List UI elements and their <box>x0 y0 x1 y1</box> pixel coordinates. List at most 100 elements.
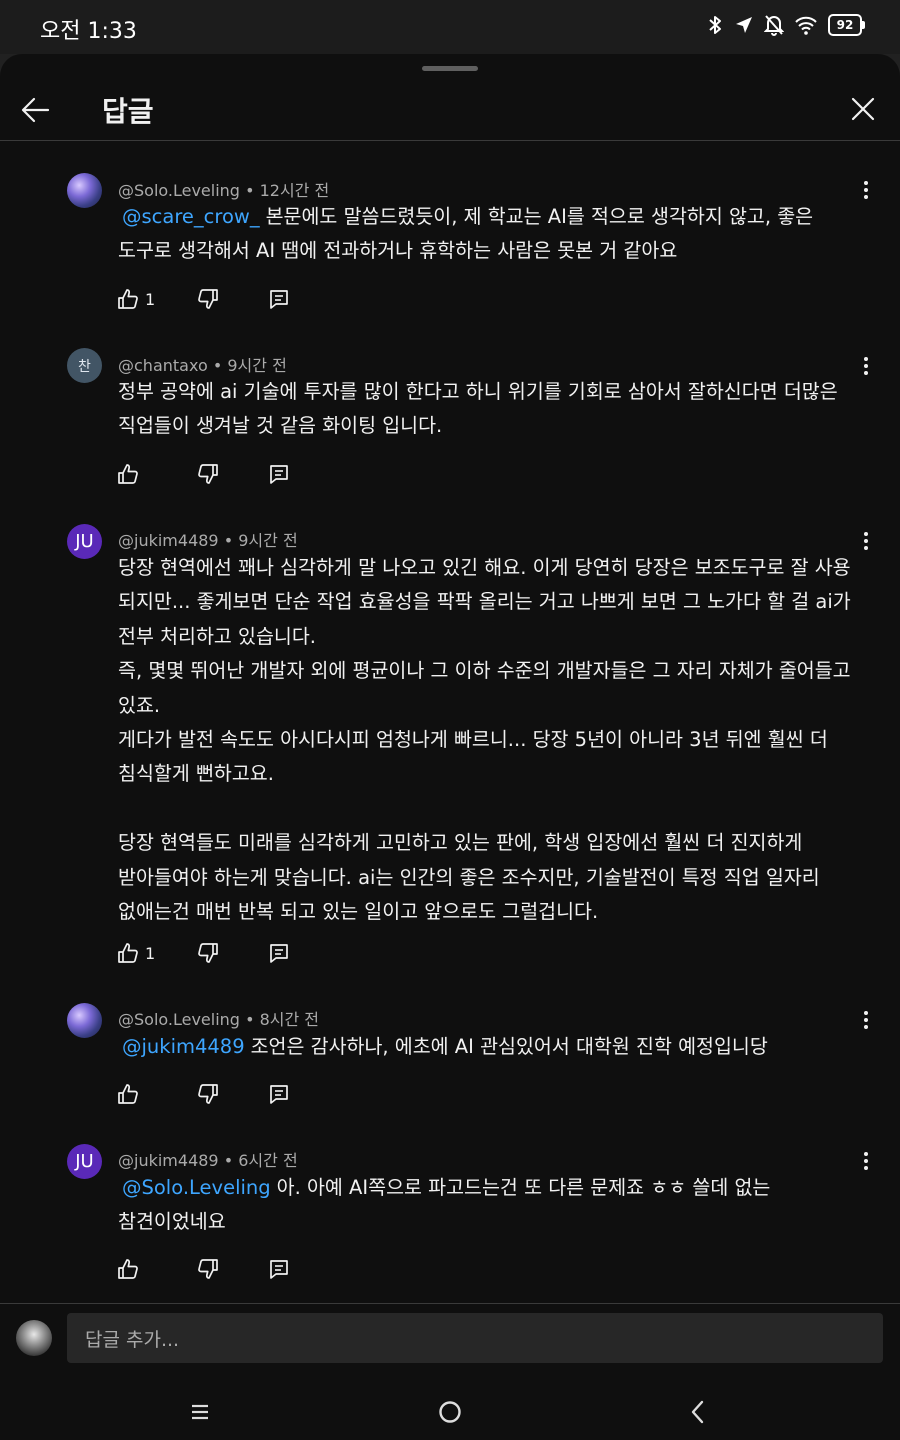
avatar[interactable]: JU <box>67 1144 102 1179</box>
close-icon <box>851 97 875 121</box>
thumbs-up-icon <box>118 289 138 309</box>
thumbs-up-icon <box>118 943 138 963</box>
replies-header: 답글 <box>0 84 900 140</box>
thumbs-up-icon <box>118 1259 138 1279</box>
comment-body: 정부 공약에 ai 기술에 투자를 많이 한다고 하니 위기를 기회로 삼아서 … <box>118 380 844 438</box>
meta-separator: • <box>212 356 223 375</box>
comment-time: 6시간 전 <box>238 1151 298 1170</box>
status-time: 오전 1:33 <box>40 19 137 44</box>
reply-comment-icon <box>270 944 288 963</box>
comment-meta: @jukim4489 • 6시간 전 <box>118 1147 298 1171</box>
comment-time: 9시간 전 <box>238 531 298 550</box>
avatar[interactable] <box>67 173 102 208</box>
reply-comment-icon <box>270 465 288 484</box>
comment-author[interactable]: @jukim4489 <box>118 531 219 550</box>
like-count: 1 <box>145 943 156 963</box>
mention-link[interactable]: @jukim4489 <box>122 1035 245 1058</box>
comment-text: @jukim4489 조언은 감사하나, 에초에 AI 관심있어서 대학원 진학 … <box>118 1030 866 1064</box>
home-circle-icon <box>439 1401 461 1423</box>
arrow-left-icon <box>21 97 50 123</box>
like-count: 1 <box>145 289 156 309</box>
mention-link[interactable]: @scare_crow_ <box>122 205 260 228</box>
comment-time: 9시간 전 <box>227 356 287 375</box>
meta-separator: • <box>223 531 234 550</box>
reply-comment-icon <box>270 1260 288 1279</box>
comment-author[interactable]: @Solo.Leveling <box>118 1010 240 1029</box>
close-button[interactable] <box>846 92 880 126</box>
recent-apps-button[interactable] <box>180 1392 220 1432</box>
comment-actions <box>117 1256 317 1282</box>
comment-actions: 1 <box>117 940 317 966</box>
comment-time: 12시간 전 <box>259 181 330 200</box>
page-title: 답글 <box>102 95 154 128</box>
comment-time: 8시간 전 <box>259 1010 320 1029</box>
comment-author[interactable]: @chantaxo <box>118 356 208 375</box>
avatar[interactable] <box>67 1003 102 1038</box>
dislike-button[interactable] <box>197 286 219 312</box>
comment-meta: @Solo.Leveling • 12시간 전 <box>118 177 329 201</box>
header-divider <box>0 140 900 141</box>
dislike-button[interactable] <box>197 1256 219 1282</box>
comment-author[interactable]: @Solo.Leveling <box>118 181 240 200</box>
battery-icon: 92 <box>828 14 865 36</box>
thumbs-down-icon <box>198 1084 218 1104</box>
status-bar: 오전 1:33 92 <box>0 0 900 54</box>
like-button[interactable] <box>117 1081 145 1107</box>
recent-apps-icon <box>192 1404 208 1420</box>
current-user-avatar <box>16 1320 52 1356</box>
bluetooth-icon <box>709 16 721 34</box>
like-button[interactable]: 1 <box>117 286 155 312</box>
comment-text: @Solo.Leveling 아. 아예 AI쪽으로 파고드는건 또 다른 문제죠… <box>118 1171 866 1240</box>
thumbs-down-icon <box>198 1259 218 1279</box>
reply-button[interactable] <box>268 461 290 487</box>
comment-actions <box>117 461 317 487</box>
drag-handle[interactable] <box>422 66 478 71</box>
reply-button[interactable] <box>268 940 290 966</box>
like-button[interactable] <box>117 461 145 487</box>
like-button[interactable]: 1 <box>117 940 155 966</box>
dislike-button[interactable] <box>197 1081 219 1107</box>
add-reply-input[interactable]: 답글 추가... <box>67 1313 883 1363</box>
reply-button[interactable] <box>268 1081 290 1107</box>
comment-text: 당장 현역에선 꽤나 심각하게 말 나오고 있긴 해요. 이게 당연히 당장은 … <box>118 551 866 929</box>
avatar[interactable]: 찬 <box>67 348 102 383</box>
mute-bell-icon <box>764 15 784 36</box>
mention-link[interactable]: @Solo.Leveling <box>122 1176 271 1199</box>
dislike-button[interactable] <box>197 940 219 966</box>
home-button[interactable] <box>430 1392 470 1432</box>
reply-button[interactable] <box>268 1256 290 1282</box>
comment-body: 당장 현역에선 꽤나 심각하게 말 나오고 있긴 해요. 이게 당연히 당장은 … <box>118 556 851 924</box>
comment-actions <box>117 1081 317 1107</box>
thumbs-up-icon <box>118 1084 138 1104</box>
avatar[interactable]: JU <box>67 524 102 559</box>
thumbs-down-icon <box>198 464 218 484</box>
wifi-icon <box>795 16 817 35</box>
meta-separator: • <box>245 1010 255 1029</box>
thumbs-up-icon <box>118 464 138 484</box>
comment-meta: @jukim4489 • 9시간 전 <box>118 527 298 551</box>
comment-text: 정부 공약에 ai 기술에 투자를 많이 한다고 하니 위기를 기회로 삼아서 … <box>118 375 866 444</box>
dislike-button[interactable] <box>197 461 219 487</box>
location-icon <box>736 17 752 33</box>
meta-separator: • <box>245 181 255 200</box>
comment-body: 조언은 감사하나, 에초에 AI 관심있어서 대학원 진학 예정입니당 <box>250 1035 768 1058</box>
comment-meta: @Solo.Leveling • 8시간 전 <box>118 1006 319 1030</box>
thumbs-down-icon <box>198 289 218 309</box>
comment-actions: 1 <box>117 286 317 312</box>
comment-author[interactable]: @jukim4489 <box>118 1151 219 1170</box>
reply-comment-icon <box>270 290 288 309</box>
meta-separator: • <box>223 1151 234 1170</box>
thumbs-down-icon <box>198 943 218 963</box>
like-button[interactable] <box>117 1256 145 1282</box>
system-navigation-bar <box>0 1374 900 1440</box>
reply-button[interactable] <box>268 286 290 312</box>
comment-meta: @chantaxo • 9시간 전 <box>118 352 287 376</box>
system-back-button[interactable] <box>678 1392 718 1432</box>
reply-comment-icon <box>270 1085 288 1104</box>
comment-text: @scare_crow_ 본문에도 말씀드렸듯이, 제 학교는 AI를 적으로 생… <box>118 200 866 269</box>
chevron-left-icon <box>691 1400 704 1424</box>
back-button[interactable] <box>18 92 54 128</box>
status-icons: 92 <box>706 14 865 36</box>
composer-divider <box>0 1303 900 1304</box>
replies-sheet: 답글 @Solo.Leveling • 12시간 전 @scare_crow_ 본… <box>0 54 900 1440</box>
